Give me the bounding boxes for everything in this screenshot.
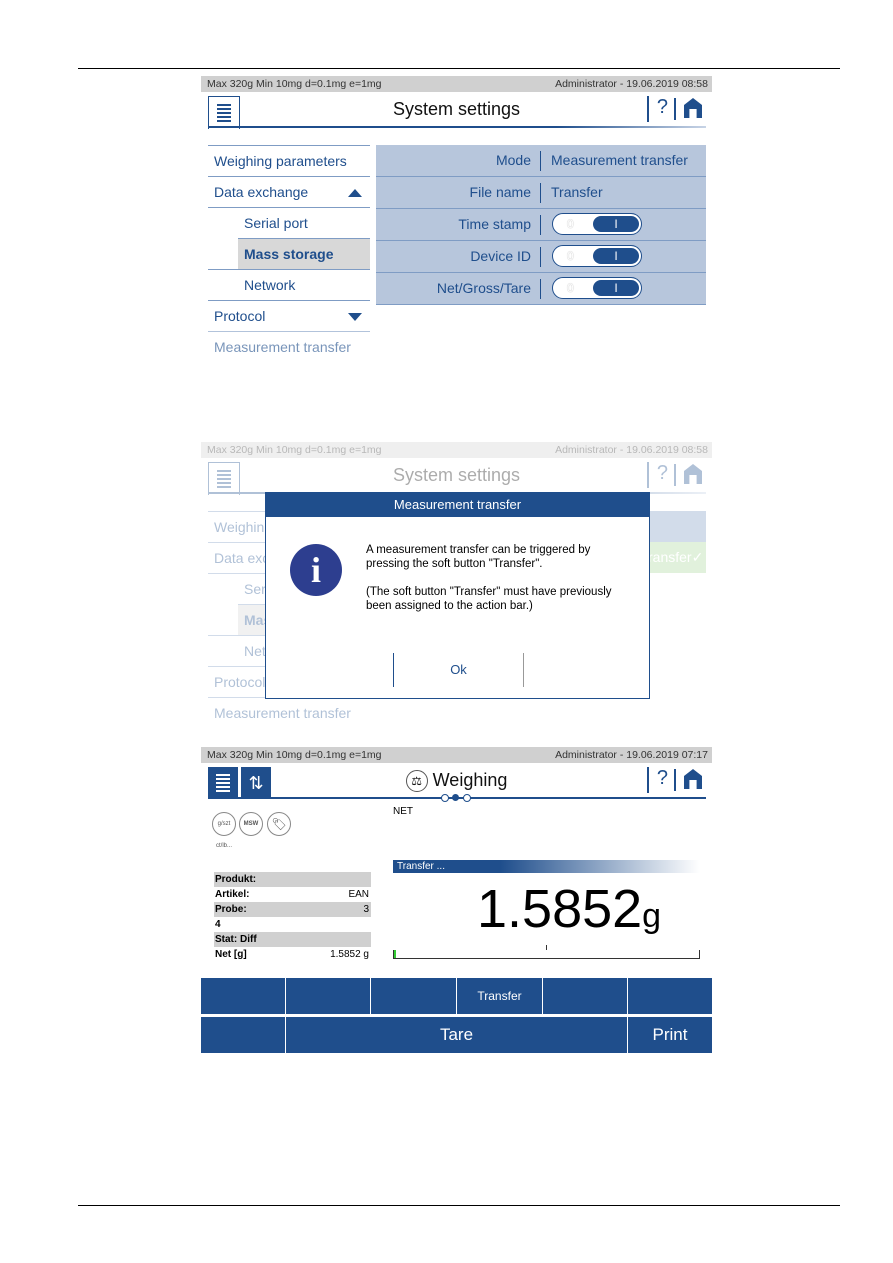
print-button[interactable]: Print bbox=[628, 1017, 712, 1053]
soft-button-2[interactable] bbox=[286, 978, 371, 1014]
soft-button-3[interactable] bbox=[371, 978, 457, 1014]
soft-button-5[interactable] bbox=[543, 978, 628, 1014]
menu-item-serial-port[interactable]: Serial port bbox=[208, 207, 370, 238]
net-label: NET bbox=[393, 806, 413, 817]
key: File name bbox=[469, 184, 531, 200]
action-bar: Tare Print bbox=[201, 1017, 712, 1053]
scale-icon: ⚖ bbox=[405, 770, 428, 793]
row-mode[interactable]: Mode Measurement transfer bbox=[376, 145, 706, 177]
home-icon bbox=[684, 769, 702, 789]
tag-icon[interactable]: 🏷 bbox=[267, 812, 291, 836]
user-datetime: Administrator - 19.06.2019 08:58 bbox=[555, 78, 708, 90]
screenshot-dialog: Max 320g Min 10mg d=0.1mg e=1mg Administr… bbox=[201, 442, 712, 722]
transfer-progress-bar: Transfer ... bbox=[393, 860, 700, 873]
page-title: ⚖ Weighing bbox=[201, 770, 712, 793]
help-button[interactable]: ? bbox=[646, 767, 668, 793]
collapse-icon bbox=[348, 189, 362, 197]
home-icon bbox=[684, 98, 702, 118]
transfer-button[interactable]: Transfer bbox=[457, 978, 543, 1014]
settings-table: Mode Measurement transfer File name Transf… bbox=[376, 145, 706, 305]
row-time-stamp: Time stamp 0 I bbox=[376, 209, 706, 241]
soft-button-1[interactable] bbox=[201, 978, 286, 1014]
info-dialog: Measurement transfer i A measurement tra… bbox=[265, 492, 650, 699]
device-id-toggle[interactable]: 0I bbox=[552, 245, 642, 267]
header: System settings ? bbox=[201, 92, 712, 129]
key: Time stamp bbox=[458, 216, 531, 232]
soft-button-6[interactable] bbox=[628, 978, 712, 1014]
top-rule bbox=[78, 68, 840, 69]
product-info-table: Produkt: Artikel: EAN Probe: 3 4 Stat: Dif… bbox=[214, 872, 371, 960]
key: Net/Gross/Tare bbox=[436, 280, 531, 296]
bottom-rule bbox=[78, 1205, 840, 1206]
menu-item-data-exchange[interactable]: Data exchange bbox=[208, 176, 370, 207]
menu-item-mass-storage[interactable]: Mass storage bbox=[238, 238, 370, 269]
status-bar: Max 320g Min 10mg d=0.1mg e=1mg Administr… bbox=[201, 76, 712, 92]
status-bar: Max 320g Min 10mg d=0.1mg e=1mg Administr… bbox=[201, 747, 712, 763]
scale-specs: Max 320g Min 10mg d=0.1mg e=1mg bbox=[207, 78, 382, 90]
page-indicator[interactable] bbox=[441, 794, 471, 802]
header: ⇅ ⚖ Weighing ? bbox=[201, 763, 712, 802]
time-stamp-toggle[interactable]: 0I bbox=[552, 213, 642, 235]
tare-button[interactable]: Tare bbox=[286, 1017, 628, 1053]
page-title: System settings bbox=[392, 99, 521, 119]
home-button[interactable] bbox=[674, 769, 704, 791]
weight-display: 1.5852g bbox=[477, 879, 662, 939]
screenshot-weighing: Max 320g Min 10mg d=0.1mg e=1mg Administr… bbox=[201, 747, 712, 1054]
capacity-bar bbox=[393, 945, 700, 959]
home-button[interactable] bbox=[674, 98, 704, 120]
header-divider bbox=[208, 126, 706, 128]
user-datetime: Administrator - 19.06.2019 07:17 bbox=[555, 749, 708, 761]
unit-button[interactable]: g/szt ct/lb... bbox=[212, 812, 236, 849]
menu-item-protocol[interactable]: Protocol bbox=[208, 300, 370, 331]
menu-item-weighing-parameters[interactable]: Weighing parameters bbox=[208, 145, 370, 176]
expand-icon bbox=[348, 313, 362, 321]
row-net-gross-tare: Net/Gross/Tare 0 I bbox=[376, 273, 706, 305]
dialog-title: Measurement transfer bbox=[266, 493, 649, 517]
label: Protocol bbox=[214, 308, 266, 324]
row-file-name[interactable]: File name Transfer bbox=[376, 177, 706, 209]
value: Transfer bbox=[551, 184, 603, 200]
key: Device ID bbox=[470, 248, 531, 264]
net-gross-tare-toggle[interactable]: 0I bbox=[552, 277, 642, 299]
settings-menu: Weighing parameters Data exchange Serial… bbox=[208, 145, 370, 361]
menu-item-network[interactable]: Network bbox=[208, 269, 370, 300]
key: Mode bbox=[495, 152, 531, 168]
msw-button[interactable]: MSW bbox=[239, 812, 263, 836]
help-button[interactable]: ? bbox=[646, 96, 668, 122]
dialog-message: A measurement transfer can be triggered … bbox=[366, 544, 612, 612]
value: Measurement transfer bbox=[551, 152, 688, 168]
menu-item-measurement-transfer[interactable]: Measurement transfer bbox=[208, 331, 370, 361]
label: Data exchange bbox=[214, 184, 309, 200]
row-device-id: Device ID 0 I bbox=[376, 241, 706, 273]
ok-button[interactable]: Ok bbox=[393, 653, 524, 687]
action-button-empty[interactable] bbox=[201, 1017, 286, 1053]
screenshot-system-settings: Max 320g Min 10mg d=0.1mg e=1mg Administr… bbox=[201, 76, 712, 361]
info-icon: i bbox=[290, 544, 342, 596]
soft-button-bar: Transfer bbox=[201, 978, 712, 1014]
manual-page: Max 320g Min 10mg d=0.1mg e=1mg Administr… bbox=[0, 0, 893, 1263]
